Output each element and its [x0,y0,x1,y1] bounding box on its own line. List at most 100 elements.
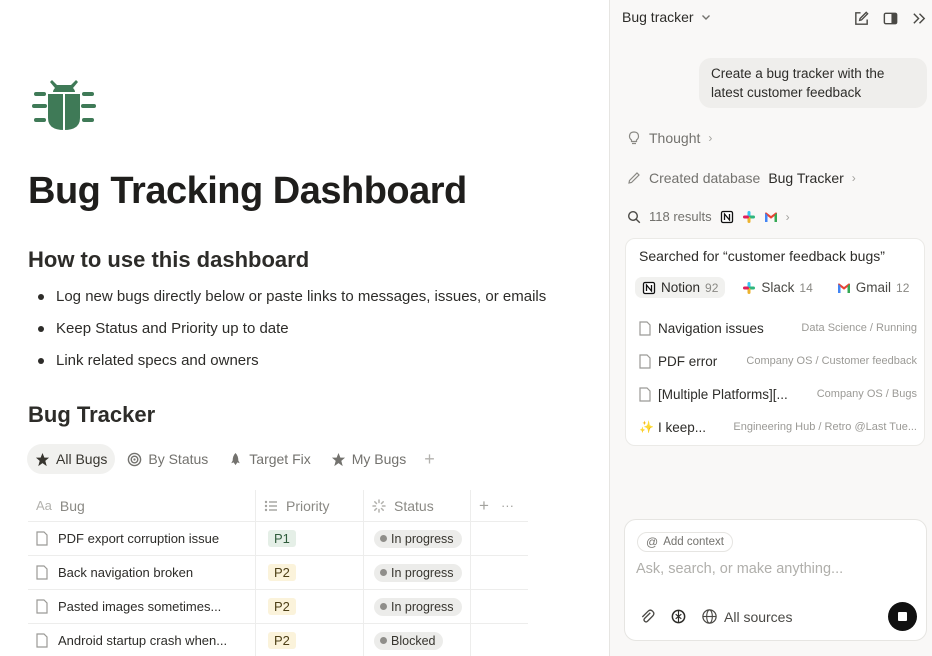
result-title: I keep... [658,419,707,435]
bug-tracker-heading: Bug Tracker [28,402,156,427]
search-result-item[interactable]: PDF error Company OS / Customer feedback [639,351,917,371]
bullet-item: Link related specs and owners [38,350,546,382]
source-notion[interactable]: Notion 92 [635,277,726,298]
status-pill: In progress [374,529,462,548]
user-message: Create a bug tracker with the latest cus… [699,58,927,108]
status-label: Blocked [391,633,436,648]
priority-badge: P2 [268,632,296,649]
target-icon [128,452,142,466]
search-result-item[interactable]: ✨ I keep... Engineering Hub / Retro @Las… [639,417,917,437]
add-context-button[interactable]: @ Add context [637,532,733,552]
tab-label: By Status [148,451,209,467]
page-icon [639,386,651,402]
cell-priority: P1 [255,521,363,556]
tab-label: Target Fix [249,451,311,467]
page-icon [639,353,651,369]
cell-status: Blocked [363,623,470,656]
ai-model-icon[interactable] [670,608,687,625]
column-status[interactable]: Status [363,489,470,522]
created-database-link[interactable]: Bug Tracker [768,170,843,186]
all-sources-selector[interactable]: All sources [701,608,792,625]
source-count: 92 [705,280,719,295]
source-slack[interactable]: Slack 14 [735,277,819,298]
search-result-item[interactable]: Navigation issues Data Science / Running [639,318,917,338]
chat-input[interactable] [636,558,896,580]
ai-side-panel: Bug tracker Create a bug tracker with th… [609,0,932,656]
status-pill: In progress [374,597,462,616]
tab-all-bugs[interactable]: All Bugs [27,444,116,474]
search-results-card: Searched for “customer feedback bugs” No… [625,238,925,446]
cell-bug: Android startup crash when... [28,624,255,656]
table-row[interactable]: Pasted images sometimes... P2 In progres… [28,589,528,624]
at-icon: @ [646,535,659,549]
page-title: Bug Tracking Dashboard [28,170,467,212]
source-gmail[interactable]: Gmail 12 [830,277,917,298]
thought-label: Thought [649,130,701,146]
cell-empty [470,589,528,624]
gmail-icon [837,282,850,293]
text-icon: Aa [36,498,52,513]
collapse-panel-icon[interactable] [911,10,928,27]
chevron-down-icon [701,15,710,20]
created-prefix: Created database [649,170,761,186]
add-column-button[interactable]: + [479,496,489,516]
cell-empty [470,623,528,656]
panel-title-dropdown[interactable]: Bug tracker [622,9,712,25]
status-dot [380,569,387,576]
instructions-list: Log new bugs directly below or paste lin… [38,286,546,382]
cell-bug: PDF export corruption issue [28,522,255,556]
table-row[interactable]: Android startup crash when... P2 Blocked [28,623,528,656]
notion-icon [642,281,656,294]
all-sources-label: All sources [724,608,793,625]
star-icon [331,452,345,466]
status-pill: Blocked [374,631,444,650]
bug-icon[interactable] [30,74,98,134]
stop-icon [898,612,907,621]
status-dot [380,637,387,644]
result-title: Navigation issues [658,320,764,336]
bug-title: Back navigation broken [58,565,194,580]
priority-badge: P1 [268,530,296,547]
cell-status: In progress [363,589,470,624]
result-path: Company OS / Customer feedback [746,355,917,367]
source-filters: Notion 92 Slack 14 Gmail 12 [635,277,916,298]
page-icon [36,633,48,648]
cell-status: In progress [363,555,470,590]
tab-by-status[interactable]: By Status [119,444,216,474]
column-bug[interactable]: Aa Bug [28,490,255,522]
bug-title: PDF export corruption issue [58,531,220,546]
cell-empty [470,521,528,556]
cell-bug: Pasted images sometimes... [28,590,255,624]
search-icon [627,210,641,223]
new-chat-icon[interactable] [853,10,870,27]
bug-title: Android startup crash when... [58,633,228,648]
created-database-step[interactable]: Created database Bug Tracker › [627,170,856,186]
status-pill: In progress [374,563,462,582]
tab-my-bugs[interactable]: My Bugs [323,444,414,474]
tab-label: All Bugs [56,451,108,467]
table-row[interactable]: PDF export corruption issue P1 In progre… [28,521,528,556]
result-title: PDF error [658,353,718,369]
page-icon [36,531,48,546]
cell-empty [470,555,528,590]
paperclip-icon[interactable] [639,608,656,625]
notion-icon [720,210,733,223]
bug-title: Pasted images sometimes... [58,599,222,614]
search-result-item[interactable]: [Multiple Platforms][... Company OS / Bu… [639,384,917,404]
chat-composer: @ Add context All sources [624,519,927,641]
search-results-step[interactable]: 118 results › [627,209,790,224]
page-icon [639,320,651,336]
priority-badge: P2 [268,598,296,615]
sidebar-toggle-icon[interactable] [882,10,899,27]
tab-target-fix[interactable]: Target Fix [220,444,318,474]
thought-step[interactable]: Thought › [627,130,712,146]
column-priority[interactable]: Priority [255,489,363,522]
gmail-icon [764,211,777,222]
composer-tools: All sources [639,608,792,625]
stop-generation-button[interactable] [888,602,917,631]
add-view-button[interactable]: + [424,449,435,470]
more-options-button[interactable]: ··· [501,498,514,513]
table-row[interactable]: Back navigation broken P2 In progress [28,555,528,590]
result-path: Engineering Hub / Retro @Last Tue... [733,421,917,433]
view-tabs: All Bugs By Status Target Fix My Bugs + [27,444,435,474]
